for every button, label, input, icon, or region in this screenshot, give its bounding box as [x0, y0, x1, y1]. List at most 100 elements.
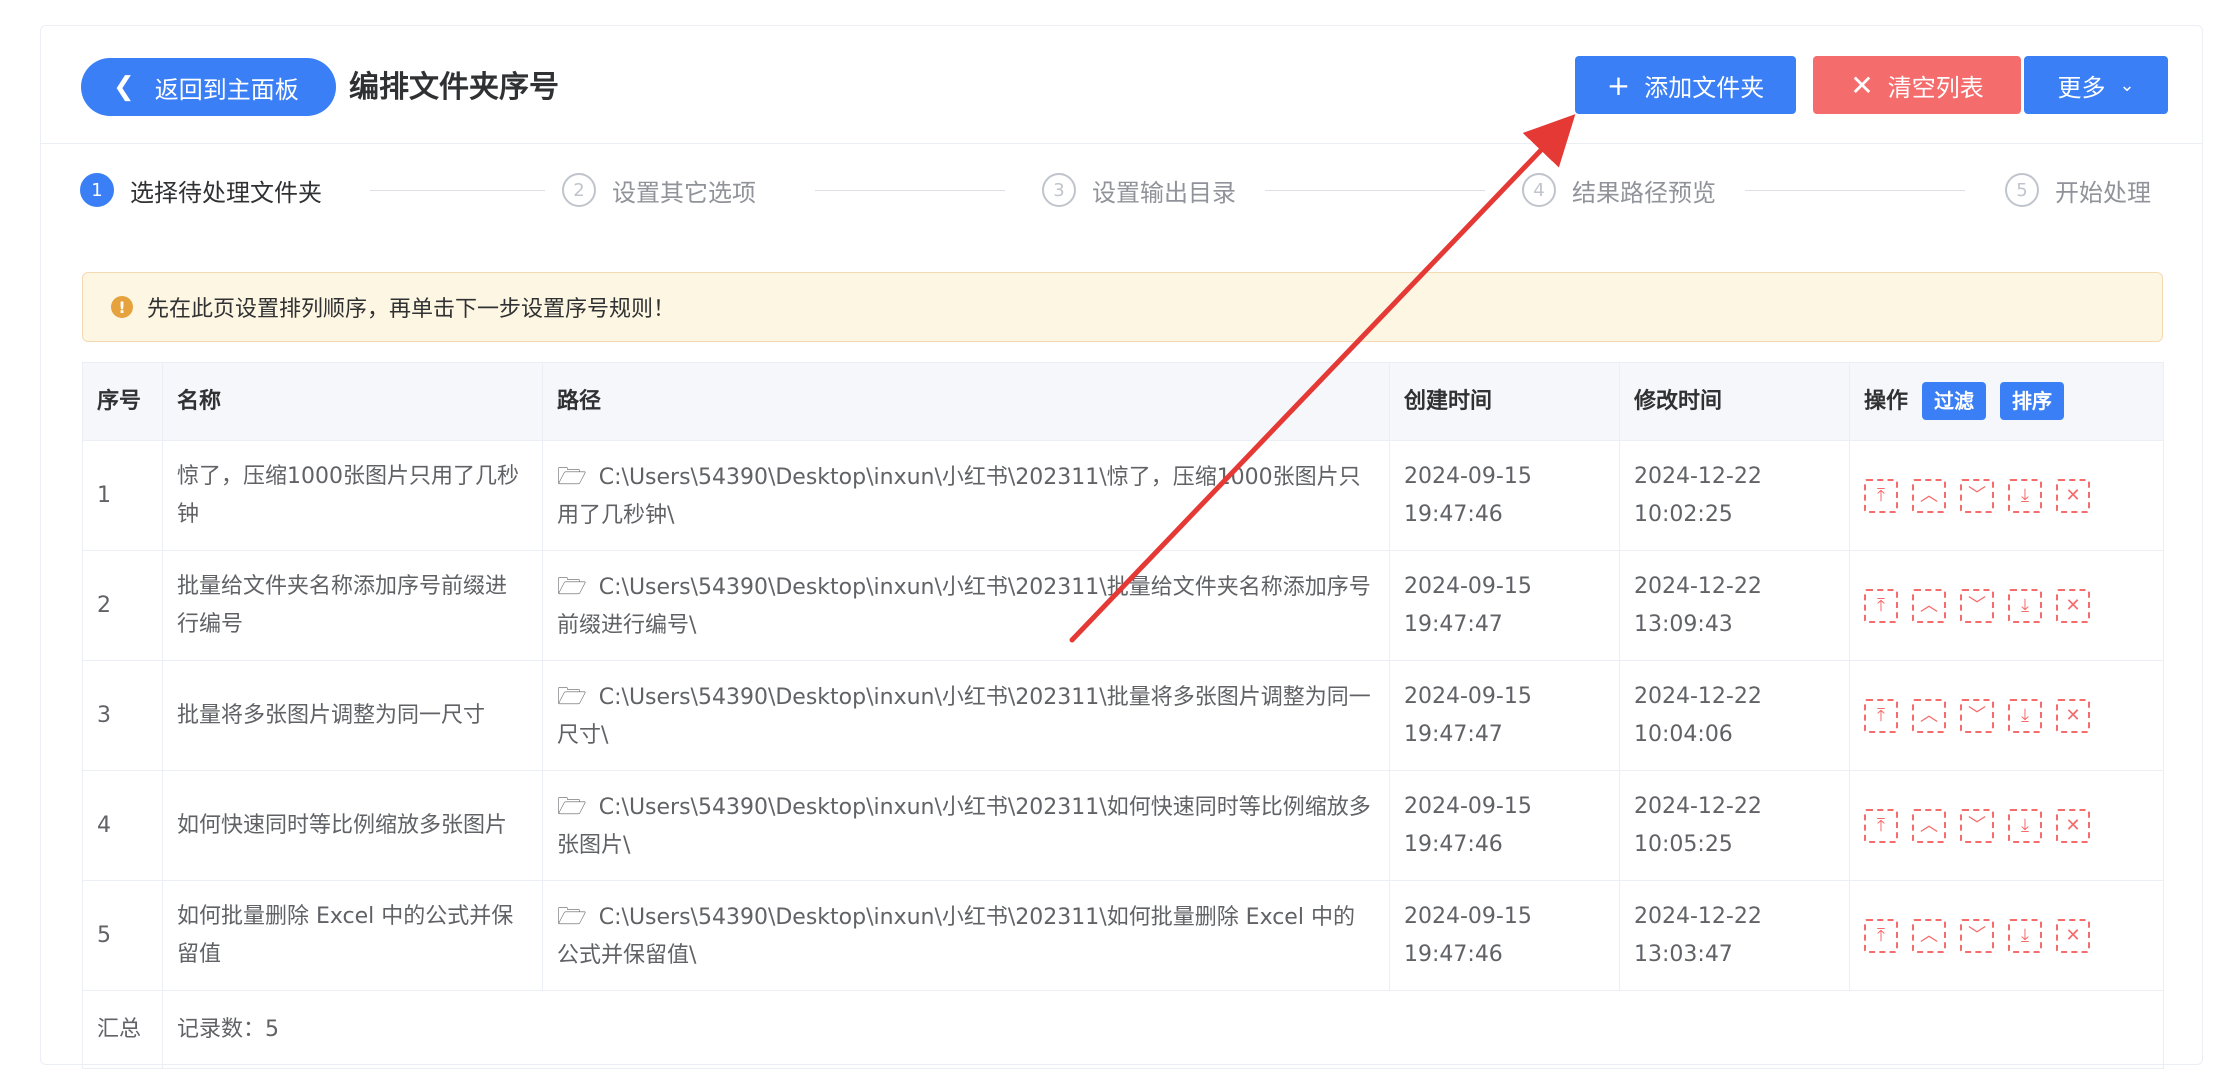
page-title: 编排文件夹序号 — [349, 70, 559, 105]
cell-created: 2024-09-15 19:47:47 — [1389, 550, 1620, 661]
move-top-icon[interactable]: ⤒ — [1864, 808, 1898, 843]
col-path: 路径 — [542, 362, 1390, 441]
ops-label: 操作 — [1864, 389, 1909, 414]
delete-icon[interactable]: ✕ — [2056, 588, 2090, 623]
move-top-icon[interactable]: ⤒ — [1864, 588, 1898, 623]
path-text: C:\Users\54390\Desktop\inxun\小红书\202311\… — [557, 904, 1355, 968]
cell-path: 🗁 C:\Users\54390\Desktop\inxun\小红书\202311… — [542, 770, 1390, 881]
cell-index: 5 — [82, 880, 163, 991]
move-up-icon[interactable]: ︿ — [1912, 808, 1946, 843]
step-label: 选择待处理文件夹 — [130, 178, 322, 207]
cell-created: 2024-09-15 19:47:46 — [1389, 880, 1620, 991]
cell-index: 3 — [82, 660, 163, 771]
step-label: 结果路径预览 — [1572, 178, 1716, 207]
col-modified: 修改时间 — [1619, 362, 1850, 441]
cell-created: 2024-09-15 19:47:46 — [1389, 440, 1620, 551]
header-bar: ❮ 返回到主面板 编排文件夹序号 + 添加文件夹 ✕ 清空列表 更多 ⌄ — [41, 26, 2202, 144]
col-index: 序号 — [82, 362, 163, 441]
chevron-down-icon: ⌄ — [2119, 74, 2135, 96]
delete-icon[interactable]: ✕ — [2056, 808, 2090, 843]
move-bottom-icon[interactable]: ⤓ — [2008, 698, 2042, 733]
col-name: 名称 — [162, 362, 543, 441]
chevron-left-icon: ❮ — [113, 72, 135, 102]
table-row[interactable]: 5 如何批量删除 Excel 中的公式并保留值 🗁 C:\Users\54390\… — [82, 880, 2164, 991]
step-divider — [370, 190, 545, 191]
table-row[interactable]: 4 如何快速同时等比例缩放多张图片 🗁 C:\Users\54390\Deskto… — [82, 770, 2164, 881]
cell-index: 1 — [82, 440, 163, 551]
cell-ops: ⤒ ︿ ﹀ ⤓ ✕ — [1849, 440, 2164, 551]
folder-icon: 🗁 — [557, 571, 587, 600]
cell-created: 2024-09-15 19:47:46 — [1389, 770, 1620, 881]
clear-list-label: 清空列表 — [1887, 73, 1984, 102]
info-alert: ! 先在此页设置排列顺序，再单击下一步设置序号规则！ — [82, 272, 2163, 342]
move-top-icon[interactable]: ⤒ — [1864, 918, 1898, 953]
path-text: C:\Users\54390\Desktop\inxun\小红书\202311\… — [557, 574, 1371, 638]
more-dropdown-button[interactable]: 更多 ⌄ — [2024, 56, 2168, 114]
step-divider — [815, 190, 1005, 191]
move-bottom-icon[interactable]: ⤓ — [2008, 918, 2042, 953]
cell-path: 🗁 C:\Users\54390\Desktop\inxun\小红书\202311… — [542, 440, 1390, 551]
move-down-icon[interactable]: ﹀ — [1960, 918, 1994, 953]
clear-list-button[interactable]: ✕ 清空列表 — [1813, 56, 2021, 114]
move-bottom-icon[interactable]: ⤓ — [2008, 808, 2042, 843]
step-indicator: 1 选择待处理文件夹 2 设置其它选项 3 设置输出目录 4 结果路径预览 5 … — [80, 165, 2180, 215]
cell-ops: ⤒ ︿ ﹀ ⤓ ✕ — [1849, 880, 2164, 991]
cell-ops: ⤒ ︿ ﹀ ⤓ ✕ — [1849, 550, 2164, 661]
move-up-icon[interactable]: ︿ — [1912, 478, 1946, 513]
add-folder-button[interactable]: + 添加文件夹 — [1575, 56, 1796, 114]
cell-modified: 2024-12-22 10:04:06 — [1619, 660, 1850, 771]
move-top-icon[interactable]: ⤒ — [1864, 698, 1898, 733]
move-top-icon[interactable]: ⤒ — [1864, 478, 1898, 513]
step-number: 2 — [562, 173, 596, 207]
cell-path: 🗁 C:\Users\54390\Desktop\inxun\小红书\202311… — [542, 880, 1390, 991]
folder-table: 序号 名称 路径 创建时间 修改时间 操作 过滤 排序 1 惊了，压缩1000张图片… — [82, 362, 2164, 1069]
sort-button[interactable]: 排序 — [2000, 382, 2065, 420]
move-down-icon[interactable]: ﹀ — [1960, 478, 1994, 513]
delete-icon[interactable]: ✕ — [2056, 698, 2090, 733]
move-down-icon[interactable]: ﹀ — [1960, 698, 1994, 733]
table-row[interactable]: 1 惊了，压缩1000张图片只用了几秒钟 🗁 C:\Users\54390\Des… — [82, 440, 2164, 551]
step-number: 4 — [1522, 173, 1556, 207]
step-1[interactable]: 1 选择待处理文件夹 — [80, 165, 322, 215]
cell-name: 如何快速同时等比例缩放多张图片 — [162, 770, 543, 881]
cell-modified: 2024-12-22 10:02:25 — [1619, 440, 1850, 551]
filter-button[interactable]: 过滤 — [1922, 382, 1987, 420]
step-5[interactable]: 5 开始处理 — [2005, 165, 2151, 215]
cell-index: 4 — [82, 770, 163, 881]
folder-icon: 🗁 — [557, 791, 587, 820]
move-up-icon[interactable]: ︿ — [1912, 698, 1946, 733]
delete-icon[interactable]: ✕ — [2056, 478, 2090, 513]
folder-icon: 🗁 — [557, 461, 587, 490]
move-bottom-icon[interactable]: ⤓ — [2008, 588, 2042, 623]
cell-name: 惊了，压缩1000张图片只用了几秒钟 — [162, 440, 543, 551]
step-4[interactable]: 4 结果路径预览 — [1522, 165, 1716, 215]
alert-text: 先在此页设置排列顺序，再单击下一步设置序号规则！ — [147, 297, 676, 322]
cell-ops: ⤒ ︿ ﹀ ⤓ ✕ — [1849, 660, 2164, 771]
back-to-dashboard-button[interactable]: ❮ 返回到主面板 — [81, 58, 336, 116]
table-row[interactable]: 2 批量给文件夹名称添加序号前缀进行编号 🗁 C:\Users\54390\Des… — [82, 550, 2164, 661]
plus-icon: + — [1606, 68, 1631, 102]
cell-name: 如何批量删除 Excel 中的公式并保留值 — [162, 880, 543, 991]
move-down-icon[interactable]: ﹀ — [1960, 588, 1994, 623]
delete-icon[interactable]: ✕ — [2056, 918, 2090, 953]
table-header-row: 序号 名称 路径 创建时间 修改时间 操作 过滤 排序 — [82, 362, 2164, 441]
step-divider — [1265, 190, 1485, 191]
cell-name: 批量将多张图片调整为同一尺寸 — [162, 660, 543, 771]
move-up-icon[interactable]: ︿ — [1912, 918, 1946, 953]
move-down-icon[interactable]: ﹀ — [1960, 808, 1994, 843]
move-bottom-icon[interactable]: ⤓ — [2008, 478, 2042, 513]
summary-count: 记录数：5 — [162, 990, 2164, 1069]
col-created: 创建时间 — [1389, 362, 1620, 441]
warning-icon: ! — [111, 296, 133, 318]
step-2[interactable]: 2 设置其它选项 — [562, 165, 756, 215]
col-ops: 操作 过滤 排序 — [1849, 362, 2164, 441]
path-text: C:\Users\54390\Desktop\inxun\小红书\202311\… — [557, 794, 1371, 858]
step-3[interactable]: 3 设置输出目录 — [1042, 165, 1236, 215]
table-row[interactable]: 3 批量将多张图片调整为同一尺寸 🗁 C:\Users\54390\Desktop… — [82, 660, 2164, 771]
move-up-icon[interactable]: ︿ — [1912, 588, 1946, 623]
folder-icon: 🗁 — [557, 901, 587, 930]
cell-modified: 2024-12-22 10:05:25 — [1619, 770, 1850, 881]
path-text: C:\Users\54390\Desktop\inxun\小红书\202311\… — [557, 464, 1361, 528]
step-label: 设置其它选项 — [612, 178, 756, 207]
folder-icon: 🗁 — [557, 681, 587, 710]
